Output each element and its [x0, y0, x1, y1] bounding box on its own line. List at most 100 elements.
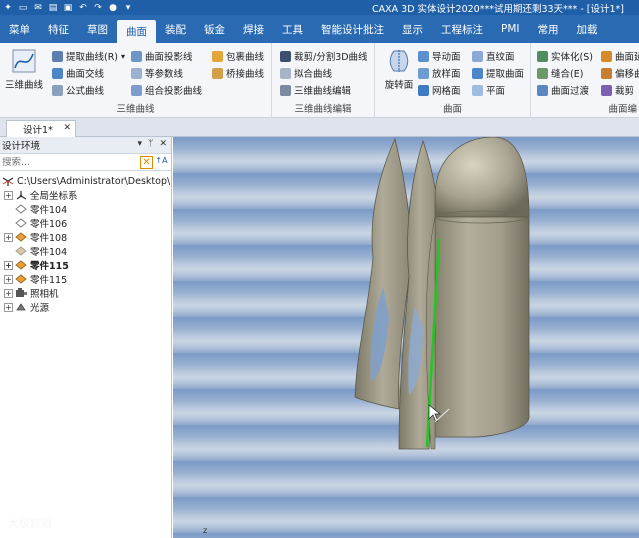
- tree-item[interactable]: + 照相机: [0, 286, 171, 300]
- tab-6[interactable]: 焊接: [234, 15, 273, 43]
- tab-11[interactable]: PMI: [492, 15, 529, 43]
- mesh-surface-icon: [418, 84, 429, 96]
- tree-item[interactable]: + 全局坐标系: [0, 188, 171, 202]
- search-input[interactable]: [0, 156, 130, 168]
- panel-title: 设计环境: [2, 141, 41, 152]
- close-icon[interactable]: ✕: [63, 123, 71, 133]
- sort-icon[interactable]: ↑A: [155, 156, 168, 169]
- expand-icon[interactable]: +: [4, 260, 13, 270]
- document-tab[interactable]: 设计1* ✕: [6, 120, 76, 137]
- surface-offset-icon: [601, 67, 612, 79]
- search-row: ✕ ↑A: [0, 154, 171, 171]
- undo-icon[interactable]: ↶: [78, 3, 88, 13]
- 3d-viewport[interactable]: [173, 137, 639, 538]
- bridge-curve-icon: [212, 67, 223, 79]
- more-icon[interactable]: ▾: [123, 3, 133, 13]
- expand-icon[interactable]: +: [4, 302, 13, 312]
- surface-intersection-button[interactable]: 曲面交线: [52, 65, 104, 81]
- tab-1[interactable]: 特征: [39, 15, 78, 43]
- curve-edit-button[interactable]: 三维曲线编辑: [280, 82, 351, 98]
- tab-4[interactable]: 装配: [156, 15, 195, 43]
- ruled-surface-button[interactable]: 直纹面: [472, 48, 515, 64]
- menu-bar: 菜单 特征 草图 曲面 装配 钣金 焊接 工具 智能设计批注 显示 工程标注 PMI 常用 加载: [0, 15, 639, 43]
- mail-icon[interactable]: ✉: [33, 3, 43, 13]
- expand-icon[interactable]: +: [4, 190, 13, 200]
- plane-icon: [472, 84, 483, 96]
- tab-13[interactable]: 加载: [568, 15, 607, 43]
- tab-2[interactable]: 草图: [78, 15, 117, 43]
- cylinder-body[interactable]: [434, 216, 530, 438]
- trim-split-curve-button[interactable]: 裁剪/分割3D曲线: [280, 48, 368, 64]
- watermark: 大极踪唱: [8, 517, 52, 530]
- new-icon[interactable]: ▭: [18, 3, 28, 13]
- tree-root[interactable]: C:\Users\Administrator\Desktop\: [0, 174, 171, 188]
- mesh-surface-button[interactable]: 网格面: [418, 82, 461, 98]
- surface-extend-button[interactable]: 曲面延: [601, 48, 639, 64]
- sphere-icon[interactable]: ●: [108, 3, 118, 13]
- tab-9[interactable]: 显示: [393, 15, 432, 43]
- expand-icon[interactable]: +: [4, 232, 13, 242]
- loft-surface-button[interactable]: 放样面: [418, 65, 461, 81]
- surface-offset-button[interactable]: 偏移曲: [601, 65, 639, 81]
- surface-blend-button[interactable]: 曲面过渡: [537, 82, 589, 98]
- expand-icon[interactable]: +: [4, 274, 13, 284]
- plane-surface-button[interactable]: 平面: [472, 82, 505, 98]
- tree-item[interactable]: + 光源: [0, 300, 171, 314]
- solidify-button[interactable]: 实体化(S): [537, 48, 593, 64]
- expand-icon[interactable]: +: [4, 288, 13, 298]
- combined-projection-button[interactable]: 组合投影曲线: [131, 82, 202, 98]
- tree-item[interactable]: 零件106: [0, 216, 171, 230]
- part-solid-icon: [15, 260, 27, 270]
- tab-12[interactable]: 常用: [529, 15, 568, 43]
- light-icon: [16, 303, 26, 311]
- ribbon-group-curve-edit: 裁剪/分割3D曲线 拟合曲线 三维曲线编辑 三维曲线编辑: [272, 43, 375, 118]
- trim-surface-button[interactable]: 裁剪: [601, 82, 634, 98]
- document-tab-strip: 设计1* ✕: [0, 118, 639, 137]
- pin-icon[interactable]: ᛘ: [148, 139, 153, 149]
- revolve-surface-button[interactable]: 旋转面: [377, 48, 421, 91]
- app-logo-icon[interactable]: ✦: [3, 3, 13, 13]
- tree-item[interactable]: 零件104: [0, 244, 171, 258]
- trim-surface-icon: [601, 84, 612, 96]
- bridge-curve-button[interactable]: 桥接曲线: [212, 65, 264, 81]
- extract-curve-button[interactable]: 提取曲线(R) ▾: [52, 48, 125, 64]
- tree-item-label: 零件104: [30, 205, 68, 216]
- panel-menu-icon[interactable]: ▾: [138, 139, 143, 149]
- tab-7[interactable]: 工具: [273, 15, 312, 43]
- save-icon[interactable]: ▣: [63, 3, 73, 13]
- tree-item[interactable]: + 零件115: [0, 258, 171, 272]
- part-outline-icon: [15, 218, 27, 228]
- document-tab-label: 设计1*: [23, 125, 53, 136]
- dome[interactable]: [434, 137, 530, 218]
- panel-close-icon[interactable]: ✕: [159, 139, 167, 149]
- fit-curve-button[interactable]: 拟合曲线: [280, 65, 332, 81]
- extract-surface-button[interactable]: 提取曲面: [472, 65, 524, 81]
- tab-8[interactable]: 智能设计批注: [312, 15, 393, 43]
- tree-item[interactable]: + 零件115: [0, 272, 171, 286]
- sweep-surface-button[interactable]: 导动面: [418, 48, 461, 64]
- curve3d-button[interactable]: 三维曲线: [2, 48, 46, 91]
- tab-5[interactable]: 钣金: [195, 15, 234, 43]
- scissors-icon: [280, 50, 291, 62]
- clear-search-icon[interactable]: ✕: [140, 156, 153, 169]
- tab-10[interactable]: 工程标注: [432, 15, 492, 43]
- formula-curve-button[interactable]: 公式曲线: [52, 82, 104, 98]
- surface-blend-icon: [537, 84, 548, 96]
- surface-projection-button[interactable]: 曲面投影线: [131, 48, 193, 64]
- open-icon[interactable]: ▤: [48, 3, 58, 13]
- tree-item[interactable]: + 零件108: [0, 230, 171, 244]
- ribbon-group-surface-edit: 实体化(S) 缝合(E) 曲面过渡 曲面延 偏移曲 裁剪 曲面编: [531, 43, 639, 118]
- tree-item[interactable]: 零件104: [0, 202, 171, 216]
- tab-3[interactable]: 曲面: [117, 20, 156, 43]
- isoparametric-icon: [131, 67, 142, 79]
- tree-item-label: 零件106: [30, 219, 68, 230]
- isoparametric-button[interactable]: 等参数线: [131, 65, 183, 81]
- model-view: [354, 137, 530, 450]
- stitch-button[interactable]: 缝合(E): [537, 65, 583, 81]
- tab-0[interactable]: 菜单: [0, 15, 39, 43]
- chevron-down-icon: ▾: [121, 51, 126, 61]
- wrap-curve-button[interactable]: 包裹曲线: [212, 48, 264, 64]
- extract-curve-icon: [52, 50, 63, 62]
- redo-icon[interactable]: ↷: [93, 3, 103, 13]
- group-label-curve3d: 三维曲线: [116, 104, 155, 115]
